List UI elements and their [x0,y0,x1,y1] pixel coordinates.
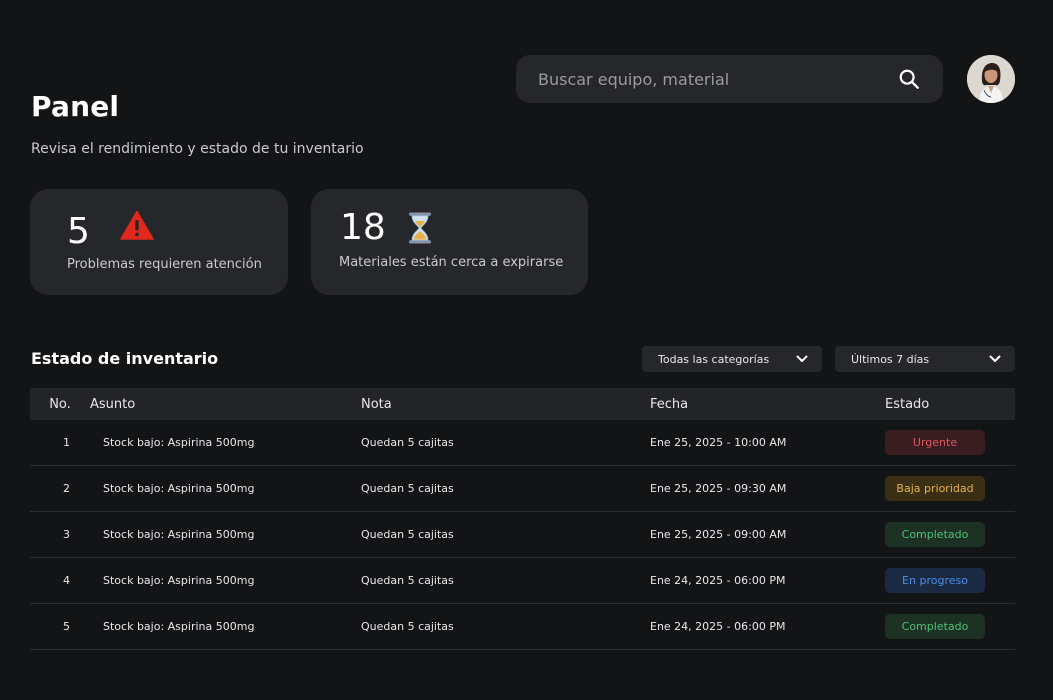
status-badge: Completado [885,614,985,639]
avatar[interactable] [967,55,1015,103]
cell-nota: Quedan 5 cajitas [361,482,454,495]
cell-asunto: Stock bajo: Aspirina 500mg [103,528,255,541]
stat-card-expiring[interactable]: 18 Materiales están cerca a expirarse [311,189,588,295]
table-row[interactable]: 3 Stock bajo: Aspirina 500mg Quedan 5 ca… [30,512,1015,558]
chevron-down-icon [796,353,808,366]
category-filter-value: Todas las categorías [658,352,770,366]
cell-asunto: Stock bajo: Aspirina 500mg [103,620,255,633]
stat-value: 18 [340,207,386,248]
cell-nota: Quedan 5 cajitas [361,436,454,449]
table-row[interactable]: 1 Stock bajo: Aspirina 500mg Quedan 5 ca… [30,420,1015,466]
search-bar[interactable] [516,55,943,103]
period-filter-value: Últimos 7 días [851,352,930,366]
status-badge: En progreso [885,568,985,593]
stat-label: Materiales están cerca a expirarse [339,255,564,270]
table-header: No. Asunto Nota Fecha Estado [30,388,1015,420]
stat-label: Problemas requieren atención [67,257,262,272]
cell-no: 3 [63,528,70,541]
column-header-estado[interactable]: Estado [885,397,1015,412]
column-header-nota[interactable]: Nota [361,397,650,412]
warning-icon [120,210,154,244]
cell-fecha: Ene 24, 2025 - 06:00 PM [650,620,786,633]
cell-no: 1 [63,436,70,449]
category-filter-dropdown[interactable]: Todas las categorías [642,346,822,372]
cell-nota: Quedan 5 cajitas [361,528,454,541]
cell-no: 2 [63,482,70,495]
table-row[interactable]: 2 Stock bajo: Aspirina 500mg Quedan 5 ca… [30,466,1015,512]
column-header-asunto[interactable]: Asunto [90,397,361,412]
stat-value: 5 [67,211,90,252]
cell-no: 5 [63,620,70,633]
chevron-down-icon [989,353,1001,366]
cell-asunto: Stock bajo: Aspirina 500mg [103,574,255,587]
cell-fecha: Ene 25, 2025 - 09:00 AM [650,528,787,541]
table-row[interactable]: 5 Stock bajo: Aspirina 500mg Quedan 5 ca… [30,604,1015,650]
column-header-fecha[interactable]: Fecha [650,397,885,412]
cell-fecha: Ene 24, 2025 - 06:00 PM [650,574,786,587]
stat-card-issues[interactable]: 5 Problemas requieren atención [30,189,288,295]
page-title: Panel [31,90,120,123]
cell-nota: Quedan 5 cajitas [361,574,454,587]
cell-no: 4 [63,574,70,587]
hourglass-icon [408,212,432,248]
status-badge: Urgente [885,430,985,455]
search-input[interactable] [538,69,897,89]
cell-fecha: Ene 25, 2025 - 10:00 AM [650,436,787,449]
table-row[interactable]: 4 Stock bajo: Aspirina 500mg Quedan 5 ca… [30,558,1015,604]
page-subtitle: Revisa el rendimiento y estado de tu inv… [31,141,364,157]
cell-nota: Quedan 5 cajitas [361,620,454,633]
column-header-no[interactable]: No. [30,397,90,412]
search-icon[interactable] [897,67,921,91]
inventory-table: No. Asunto Nota Fecha Estado 1 Stock baj… [30,388,1015,650]
status-badge: Baja prioridad [885,476,985,501]
status-badge: Completado [885,522,985,547]
cell-asunto: Stock bajo: Aspirina 500mg [103,436,255,449]
cell-asunto: Stock bajo: Aspirina 500mg [103,482,255,495]
period-filter-dropdown[interactable]: Últimos 7 días [835,346,1015,372]
dashboard-page: Panel Revisa el rendimiento y estado de … [0,0,1053,700]
cell-fecha: Ene 25, 2025 - 09:30 AM [650,482,787,495]
inventory-section-title: Estado de inventario [31,349,219,368]
